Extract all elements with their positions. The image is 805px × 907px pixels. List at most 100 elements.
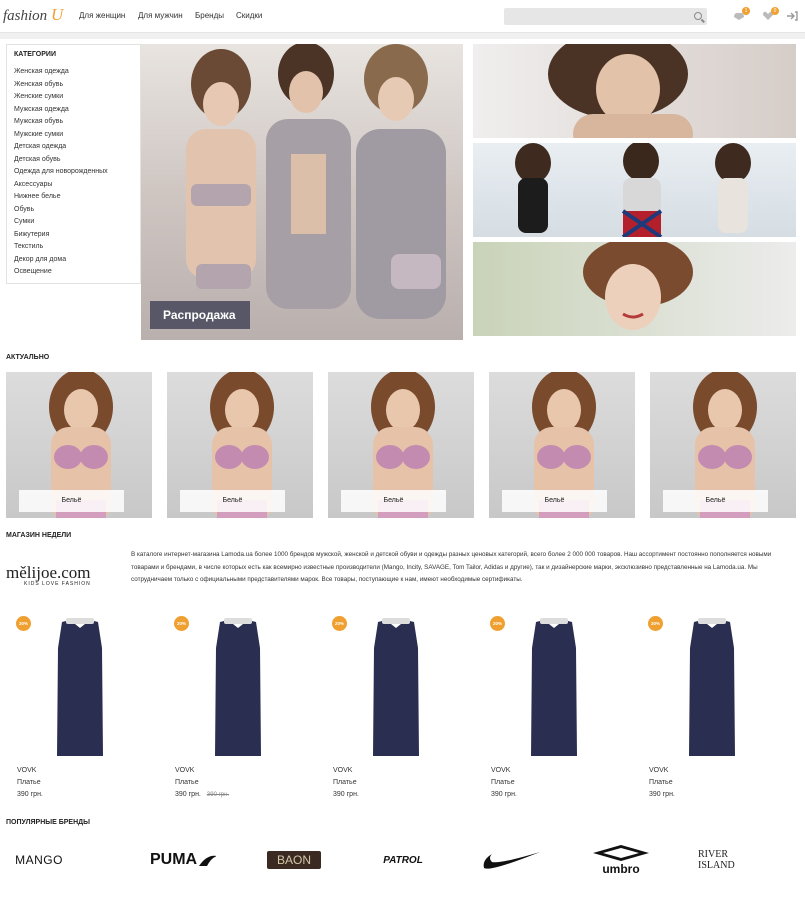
brand-logo-baon[interactable]: BAON <box>262 840 326 880</box>
brands-title: ПОПУЛЯРНЫЕ БРЕНДЫ <box>6 819 90 826</box>
side-banner-1[interactable] <box>473 44 796 138</box>
product-info: VOVK Платье 390 грн. <box>17 765 43 801</box>
brand-logo-puma[interactable]: PUMA <box>150 840 216 880</box>
nav-sales[interactable]: Скидки <box>236 11 262 20</box>
product-price: 390 грн. <box>491 791 517 798</box>
sale-label[interactable]: Распродажа <box>150 301 250 329</box>
product-brand[interactable]: VOVK <box>175 765 229 777</box>
categories-panel: КАТЕГОРИИ Женская одежда Женская обувь Жен… <box>6 44 141 284</box>
side-banner-3[interactable] <box>473 242 796 336</box>
category-item[interactable]: Сумки <box>14 216 140 229</box>
top-bar: fashion U Для женщин Для мужчин Бренды С… <box>0 0 805 33</box>
category-item[interactable]: Декор для дома <box>14 254 140 267</box>
category-item[interactable]: Женские сумки <box>14 91 140 104</box>
product-name[interactable]: Платье <box>333 777 359 789</box>
category-item[interactable]: Детская одежда <box>14 141 140 154</box>
category-item[interactable]: Освещение <box>14 266 140 279</box>
category-item[interactable]: Нижнее белье <box>14 191 140 204</box>
search-icon[interactable] <box>694 12 702 20</box>
categories-title: КАТЕГОРИИ <box>14 51 56 58</box>
product-price-row: 390 грн. <box>649 789 675 801</box>
categories-list: Женская одежда Женская обувь Женские сумки… <box>14 66 140 279</box>
product-price: 390 грн. <box>333 791 359 798</box>
side-banner-2-image <box>515 143 751 237</box>
shop-logo-text: mělijoe.com <box>6 563 91 582</box>
product-card[interactable]: 20% VOVK Платье 390 грн. <box>6 612 156 800</box>
actual-card[interactable]: Бельё <box>489 372 635 518</box>
actual-card-label: Бельё <box>663 490 768 512</box>
product-card[interactable]: 20% VOVK Платье 390 грн. <box>480 612 630 800</box>
category-item[interactable]: Одежда для новорожденных <box>14 166 140 179</box>
product-info: VOVK Платье 390 грн. 390 грн. <box>175 765 229 801</box>
shop-description: В каталоге интернет-магазина Lamoda.ua б… <box>131 551 772 583</box>
product-brand[interactable]: VOVK <box>17 765 43 777</box>
dress-image <box>531 618 577 756</box>
product-brand[interactable]: VOVK <box>491 765 517 777</box>
category-item[interactable]: Мужские сумки <box>14 129 140 142</box>
shop-of-week-title: МАГАЗИН НЕДЕЛИ <box>6 532 72 539</box>
logo[interactable]: fashion U <box>3 5 63 25</box>
category-item[interactable]: Обувь <box>14 204 140 217</box>
actual-card-label: Бельё <box>19 490 124 512</box>
wishlist-icon[interactable]: 1 <box>733 7 750 21</box>
category-item[interactable]: Женская обувь <box>14 79 140 92</box>
product-info: VOVK Платье 390 грн. <box>491 765 517 801</box>
product-brand[interactable]: VOVK <box>333 765 359 777</box>
side-banner-1-image <box>548 44 693 138</box>
product-name[interactable]: Платье <box>175 777 229 789</box>
product-card[interactable]: 20% VOVK Платье 390 грн. 390 грн. <box>164 612 314 800</box>
actual-card[interactable]: Бельё <box>328 372 474 518</box>
product-price: 390 грн. <box>649 791 675 798</box>
favorites-badge: 0 <box>771 7 779 15</box>
product-old-price: 390 грн. <box>206 792 230 798</box>
side-banner-3-image <box>583 242 693 330</box>
category-item[interactable]: Детская обувь <box>14 154 140 167</box>
nav-brands[interactable]: Бренды <box>195 11 224 20</box>
category-item[interactable]: Мужская одежда <box>14 104 140 117</box>
brand-logo-mango[interactable]: MANGO <box>6 840 72 880</box>
dress-image <box>215 618 261 756</box>
actual-card-label: Бельё <box>502 490 607 512</box>
nav-women[interactable]: Для женщин <box>79 11 125 20</box>
product-name[interactable]: Платье <box>491 777 517 789</box>
nav-men[interactable]: Для мужчин <box>138 11 183 20</box>
brand-logo-patrol[interactable]: PATROL <box>370 840 436 880</box>
actual-card-label: Бельё <box>341 490 446 512</box>
header-divider <box>0 33 805 39</box>
product-card[interactable]: 20% VOVK Платье 390 грн. <box>638 612 788 800</box>
hero-image <box>186 44 446 319</box>
product-info: VOVK Платье 390 грн. <box>649 765 675 801</box>
category-item[interactable]: Текстиль <box>14 241 140 254</box>
product-price-row: 390 грн. <box>17 789 43 801</box>
dress-image <box>373 618 419 756</box>
login-icon[interactable] <box>786 11 798 21</box>
category-item[interactable]: Женская одежда <box>14 66 140 79</box>
brand-logo-umbro[interactable]: umbro <box>586 840 656 880</box>
actual-card[interactable]: Бельё <box>6 372 152 518</box>
product-price: 390 грн. <box>17 791 43 798</box>
side-banner-2[interactable] <box>473 143 796 237</box>
product-card[interactable]: 20% VOVK Платье 390 грн. <box>322 612 472 800</box>
category-item[interactable]: Бижутерия <box>14 229 140 242</box>
product-name[interactable]: Платье <box>649 777 675 789</box>
category-item[interactable]: Мужская обувь <box>14 116 140 129</box>
product-name[interactable]: Платье <box>17 777 43 789</box>
product-price-row: 390 грн. 390 грн. <box>175 789 229 801</box>
shop-logo[interactable]: mělijoe.com KIDS LOVE FASHION <box>6 563 106 587</box>
product-price-row: 390 грн. <box>333 789 359 801</box>
favorites-icon[interactable]: 0 <box>762 7 779 21</box>
wishlist-badge: 1 <box>742 7 750 15</box>
product-brand[interactable]: VOVK <box>649 765 675 777</box>
dress-image <box>57 618 103 756</box>
actual-card[interactable]: Бельё <box>167 372 313 518</box>
product-price: 390 грн. <box>175 791 201 798</box>
hero-banner[interactable] <box>141 44 463 340</box>
category-item[interactable]: Аксессуары <box>14 179 140 192</box>
product-price-row: 390 грн. <box>491 789 517 801</box>
search-input[interactable] <box>504 8 707 25</box>
brand-logo-nike[interactable] <box>478 840 544 880</box>
dress-image <box>689 618 735 756</box>
brand-logo-river-island[interactable]: RIVER ISLAND <box>698 840 764 880</box>
product-info: VOVK Платье 390 грн. <box>333 765 359 801</box>
actual-card[interactable]: Бельё <box>650 372 796 518</box>
